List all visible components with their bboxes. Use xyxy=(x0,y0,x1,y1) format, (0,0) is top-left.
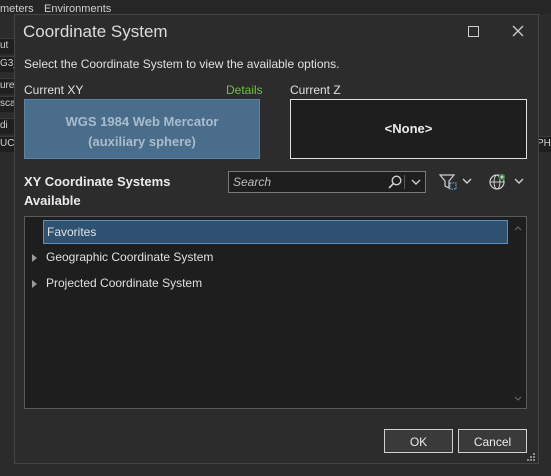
maximize-button[interactable] xyxy=(462,21,484,41)
tree-item-geographic[interactable]: Geographic Coordinate System xyxy=(32,246,214,270)
filter-icon xyxy=(438,174,472,190)
ok-button[interactable]: OK xyxy=(384,429,453,453)
tree-item-label: Projected Coordinate System xyxy=(46,276,203,290)
background-field: UC xyxy=(0,136,14,152)
background-field-right: PH xyxy=(537,136,551,152)
cancel-button[interactable]: Cancel xyxy=(458,429,527,453)
background-field: G3_ xyxy=(0,56,14,72)
search-box xyxy=(228,171,426,193)
background-field: ut xyxy=(0,38,14,54)
details-link[interactable]: Details xyxy=(226,83,263,97)
section-heading: XY Coordinate Systems Available xyxy=(24,172,214,210)
add-coordinate-system-button[interactable] xyxy=(487,172,527,192)
globe-icon xyxy=(489,173,524,190)
section-heading-line1: XY Coordinate Systems xyxy=(24,174,171,189)
background-tab-strip: meters Environments xyxy=(0,0,551,15)
expand-triangle-icon[interactable] xyxy=(32,280,37,288)
background-field: sca xyxy=(0,96,14,112)
current-z-box[interactable]: <None> xyxy=(290,99,527,159)
current-xy-label: Current XY xyxy=(24,83,84,97)
current-z-value: <None> xyxy=(384,121,433,136)
background-field: ure xyxy=(0,78,14,94)
dialog-title: Coordinate System xyxy=(23,22,168,41)
search-separator xyxy=(404,175,405,189)
scroll-down-arrow-icon[interactable] xyxy=(514,396,522,402)
current-xy-value-line2: (auxiliary sphere) xyxy=(88,134,196,149)
coordinate-system-tree[interactable]: Favorites Geographic Coordinate System P… xyxy=(24,216,527,409)
tree-item-label: Geographic Coordinate System xyxy=(46,250,214,264)
current-z-label: Current Z xyxy=(290,83,341,97)
scroll-up-arrow-icon[interactable] xyxy=(514,225,522,231)
current-xy-box[interactable]: WGS 1984 Web Mercator (auxiliary sphere) xyxy=(24,99,260,159)
maximize-icon xyxy=(467,26,479,37)
tree-item-projected[interactable]: Projected Coordinate System xyxy=(32,272,203,296)
close-icon xyxy=(512,25,524,37)
resize-grip-icon[interactable] xyxy=(526,452,536,462)
section-heading-line2: Available xyxy=(24,193,81,208)
instruction-text: Select the Coordinate System to view the… xyxy=(24,57,340,71)
search-icon[interactable] xyxy=(387,174,403,190)
tree-item-label: Favorites xyxy=(47,225,97,239)
background-field: di xyxy=(0,118,14,134)
filter-button[interactable] xyxy=(438,172,474,192)
search-input[interactable] xyxy=(233,174,383,190)
chevron-down-icon[interactable] xyxy=(410,175,422,189)
current-xy-value-line1: WGS 1984 Web Mercator xyxy=(65,114,219,129)
tree-item-favorites[interactable]: Favorites xyxy=(43,220,508,244)
coordinate-system-dialog: Coordinate System Select the Coordinate … xyxy=(14,14,539,464)
expand-triangle-icon[interactable] xyxy=(32,254,37,262)
close-button[interactable] xyxy=(507,21,529,41)
